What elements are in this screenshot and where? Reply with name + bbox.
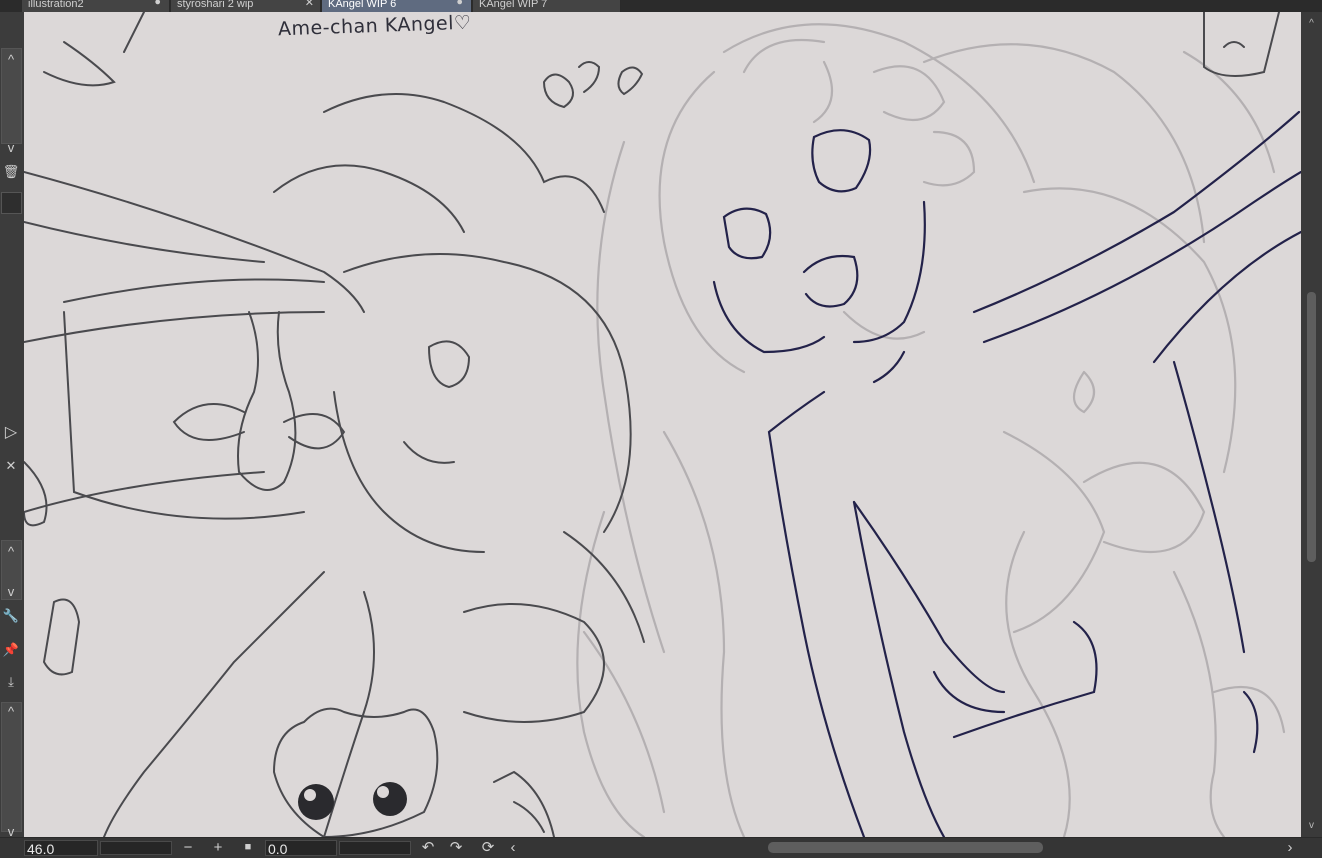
- reset-rotation-icon[interactable]: ⟳: [478, 838, 498, 858]
- scroll-left-arrow-icon[interactable]: ‹: [503, 838, 523, 858]
- sketch-artwork: [24, 12, 1301, 837]
- undo-icon[interactable]: ↶: [418, 838, 438, 858]
- play-icon[interactable]: ▷: [0, 422, 22, 442]
- rotation-field[interactable]: 0.0: [265, 840, 337, 856]
- tab-label: styroshari 2 wip: [177, 0, 254, 10]
- left-palette-strip: ^ v 🗑 ▷ ✕ ^ v 🔧 📌 ⤓ ^ v: [0, 12, 25, 839]
- scroll-down-icon[interactable]: v: [0, 584, 22, 599]
- tab-kangel-wip-6[interactable]: KAngel WIP 6 ●: [322, 0, 472, 12]
- tab-styroshari-2-wip[interactable]: styroshari 2 wip ✕: [171, 0, 321, 12]
- unsaved-dot-icon[interactable]: ●: [154, 0, 161, 8]
- tab-label: illustration2: [28, 0, 84, 10]
- wrench-icon[interactable]: 🔧: [0, 608, 22, 624]
- plus-icon[interactable]: +: [208, 838, 228, 858]
- zoom-field[interactable]: 46.0: [24, 840, 98, 856]
- material-palette-panel[interactable]: [1, 702, 22, 832]
- tab-label: KAngel WIP 6: [328, 0, 397, 10]
- tab-illustration2[interactable]: illustration2 ●: [22, 0, 170, 12]
- scroll-up-arrow-icon[interactable]: ^: [1301, 18, 1322, 29]
- palette-divider: [1, 192, 22, 214]
- document-tab-bar: illustration2 ● styroshari 2 wip ✕ KAnge…: [0, 0, 1322, 12]
- scroll-up-icon[interactable]: ^: [0, 544, 22, 559]
- redo-icon[interactable]: ↷: [446, 838, 466, 858]
- tab-label: KAngel WIP 7: [479, 0, 548, 10]
- square-icon[interactable]: ■: [238, 838, 258, 858]
- close-icon[interactable]: ✕: [305, 0, 314, 9]
- pin-icon[interactable]: 📌: [0, 642, 22, 658]
- rotation-slider[interactable]: [339, 841, 411, 855]
- import-icon[interactable]: ⤓: [0, 674, 22, 690]
- tab-kangel-wip-7[interactable]: KAngel WIP 7: [473, 0, 621, 12]
- drawing-canvas[interactable]: Ame-chan KAngel♡: [24, 12, 1301, 837]
- scroll-up-icon[interactable]: ^: [0, 52, 22, 67]
- close-icon[interactable]: ✕: [0, 458, 22, 474]
- trash-icon[interactable]: 🗑: [0, 164, 22, 180]
- scroll-up-icon[interactable]: ^: [0, 704, 22, 719]
- unsaved-dot-icon[interactable]: ●: [456, 0, 463, 8]
- vertical-scrollbar[interactable]: ^ v: [1301, 12, 1322, 837]
- scroll-right-arrow-icon[interactable]: ›: [1280, 838, 1300, 858]
- canvas-status-bar: 46.0 − + ■ 0.0 ↶ ↷ ⟳ ‹ ›: [0, 837, 1322, 858]
- scroll-down-icon[interactable]: v: [0, 140, 22, 155]
- minus-icon[interactable]: −: [178, 838, 198, 858]
- vertical-scroll-thumb[interactable]: [1307, 292, 1316, 562]
- scroll-down-arrow-icon[interactable]: v: [1301, 820, 1322, 831]
- horizontal-scroll-thumb[interactable]: [768, 842, 1043, 853]
- zoom-slider[interactable]: [100, 841, 172, 855]
